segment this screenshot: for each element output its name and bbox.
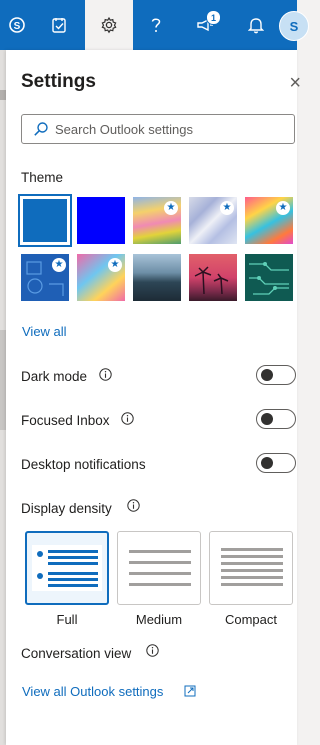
theme-tile-silver-ribbons[interactable]: ★ xyxy=(189,197,237,244)
theme-label: Theme xyxy=(21,170,64,185)
focused-inbox-toggle[interactable] xyxy=(256,409,296,429)
page-title: Settings xyxy=(21,71,96,92)
premium-star-icon: ★ xyxy=(164,201,178,215)
skype-button[interactable]: S xyxy=(0,0,33,50)
premium-star-icon: ★ xyxy=(108,258,122,272)
todo-icon xyxy=(52,18,66,33)
settings-panel: Settings × Search Outlook settings Theme… xyxy=(6,50,301,745)
conversation-view-label: Conversation view xyxy=(21,646,132,661)
display-density-label: Display density xyxy=(21,501,112,516)
search-input[interactable]: Search Outlook settings xyxy=(21,114,295,144)
top-bar: S 1 S xyxy=(0,0,309,50)
theme-tile-bright-blue[interactable] xyxy=(77,197,125,244)
info-icon[interactable] xyxy=(146,644,159,657)
theme-tile-circuit[interactable] xyxy=(245,254,293,301)
close-icon[interactable]: × xyxy=(289,72,301,95)
settings-button[interactable] xyxy=(85,0,133,50)
help-button[interactable] xyxy=(133,0,179,50)
notifications-button[interactable] xyxy=(231,0,281,50)
theme-tile-puzzle[interactable]: ★ xyxy=(77,254,125,301)
density-option-compact[interactable] xyxy=(209,531,293,605)
premium-star-icon: ★ xyxy=(52,258,66,272)
todo-button[interactable] xyxy=(33,0,85,50)
svg-text:S: S xyxy=(13,21,20,32)
theme-tile-blue[interactable] xyxy=(18,194,72,247)
bell-icon xyxy=(248,18,264,34)
info-icon[interactable] xyxy=(99,368,112,381)
help-icon xyxy=(151,18,161,32)
info-icon[interactable] xyxy=(121,412,134,425)
theme-tile-mountains[interactable] xyxy=(133,254,181,301)
gear-icon xyxy=(101,16,117,34)
avatar[interactable]: S xyxy=(279,11,309,41)
theme-tile-rainbow-waves[interactable]: ★ xyxy=(133,197,181,244)
dark-mode-toggle[interactable] xyxy=(256,365,296,385)
notification-badge: 1 xyxy=(206,10,221,25)
search-icon xyxy=(34,122,48,136)
premium-star-icon: ★ xyxy=(276,201,290,215)
density-label-compact: Compact xyxy=(224,612,278,627)
desktop-notifications-toggle[interactable] xyxy=(256,453,296,473)
open-in-new-window-icon[interactable] xyxy=(184,685,196,697)
focused-inbox-label: Focused Inbox xyxy=(21,413,110,428)
density-option-full[interactable] xyxy=(25,531,109,605)
theme-tile-palms[interactable] xyxy=(189,254,237,301)
search-placeholder: Search Outlook settings xyxy=(55,121,194,137)
density-option-medium[interactable] xyxy=(117,531,201,605)
density-label-medium: Medium xyxy=(135,612,183,627)
skype-icon: S xyxy=(8,17,25,33)
theme-tile-blue-pattern[interactable]: ★ xyxy=(21,254,69,301)
desktop-notifications-label: Desktop notifications xyxy=(21,457,146,472)
view-all-themes-link[interactable]: View all xyxy=(22,324,67,339)
theme-tile-colorful-art[interactable]: ★ xyxy=(245,197,293,244)
info-icon[interactable] xyxy=(127,499,140,512)
density-label-full: Full xyxy=(56,612,78,627)
dark-mode-label: Dark mode xyxy=(21,369,88,384)
view-all-settings-link[interactable]: View all Outlook settings xyxy=(22,684,163,699)
premium-star-icon: ★ xyxy=(220,201,234,215)
whats-new-button[interactable]: 1 xyxy=(179,0,231,50)
